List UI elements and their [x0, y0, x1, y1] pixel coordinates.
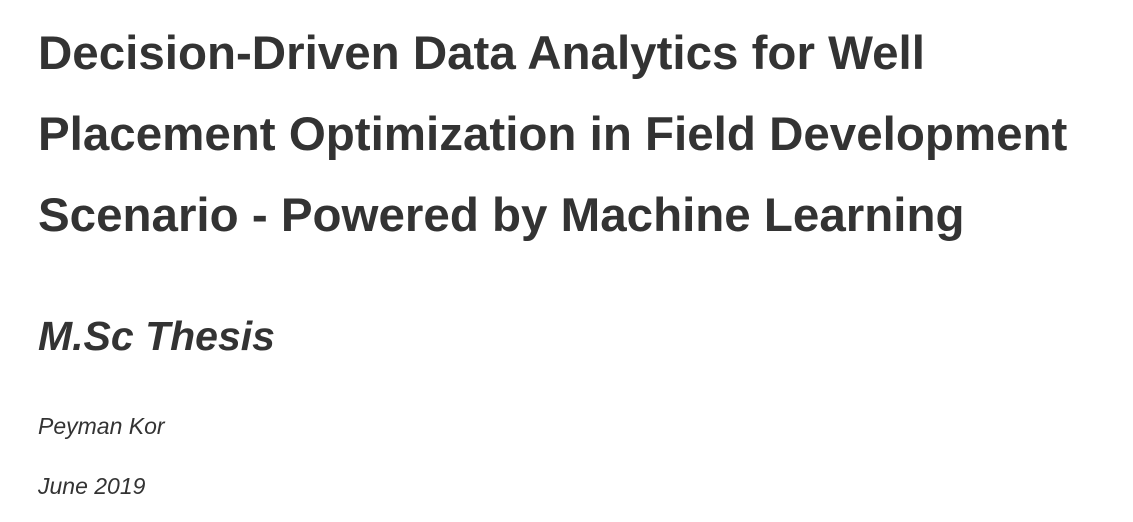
author-name: Peyman Kor: [38, 413, 165, 439]
publication-date: June 2019: [38, 473, 146, 499]
title-line-2: Placement Optimization in Field Developm…: [38, 108, 1068, 161]
document-subtitle: M.Sc Thesis: [38, 313, 275, 359]
document-title: Decision-Driven Data Analytics for Well …: [38, 13, 1108, 256]
title-line-3: Scenario - Powered by Machine Learning: [38, 189, 965, 242]
title-line-1: Decision-Driven Data Analytics for Well: [38, 27, 925, 80]
title-page: Decision-Driven Data Analytics for Well …: [38, 0, 1118, 522]
